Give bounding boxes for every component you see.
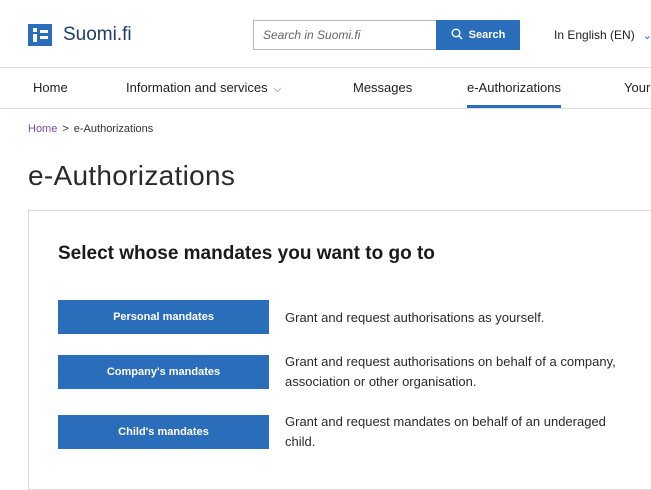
nav-item-e-authorizations[interactable]: e-Authorizations	[467, 80, 561, 108]
nav-item-information-and-services[interactable]: Information and services ⌵	[126, 80, 281, 95]
site-logo[interactable]: Suomi.fi	[28, 24, 132, 46]
nav-item-messages[interactable]: Messages	[353, 80, 412, 95]
mandates-heading: Select whose mandates you want to go to	[58, 243, 435, 264]
logo-text: Suomi.fi	[63, 24, 132, 45]
language-label: In English (EN)	[554, 28, 635, 42]
company-mandates-description: Grant and request authorisations on beha…	[285, 354, 616, 389]
main-nav: Home Information and services ⌵ Messages …	[0, 67, 651, 109]
breadcrumb-current: e-Authorizations	[73, 123, 154, 135]
personal-mandates-description: Grant and request authorisations as your…	[285, 310, 545, 325]
breadcrumb-separator: >	[62, 123, 69, 135]
nav-item-home[interactable]: Home	[33, 80, 68, 95]
company-mandates-button[interactable]: Company's mandates	[58, 355, 269, 389]
nav-item-your[interactable]: Your	[624, 80, 650, 95]
nav-item-label: Information and services	[126, 80, 268, 95]
breadcrumb-home-link[interactable]: Home	[28, 123, 57, 135]
nav-item-label: e-Authorizations	[467, 80, 561, 95]
search-input[interactable]	[253, 20, 436, 50]
child-mandates-button[interactable]: Child's mandates	[58, 415, 269, 449]
chevron-down-icon: ⌄	[642, 29, 651, 42]
language-selector[interactable]: In English (EN) ⌄	[554, 28, 651, 42]
search-button-label: Search	[468, 29, 506, 41]
child-mandates-description: Grant and request mandates on behalf of …	[285, 414, 606, 449]
search-button[interactable]: Search	[436, 20, 520, 50]
page-title: e-Authorizations	[28, 160, 236, 191]
nav-item-label: Home	[33, 80, 68, 95]
nav-item-label: Your	[624, 80, 651, 95]
suomi-fi-logo-icon	[28, 24, 52, 46]
search-icon	[451, 28, 463, 43]
site-header: Suomi.fi Search In English (EN) ⌄	[0, 0, 651, 66]
chevron-down-icon: ⌵	[273, 84, 282, 95]
nav-item-label: Messages	[353, 80, 413, 95]
breadcrumb: Home > e-Authorizations	[28, 123, 153, 135]
personal-mandates-button[interactable]: Personal mandates	[58, 300, 269, 334]
